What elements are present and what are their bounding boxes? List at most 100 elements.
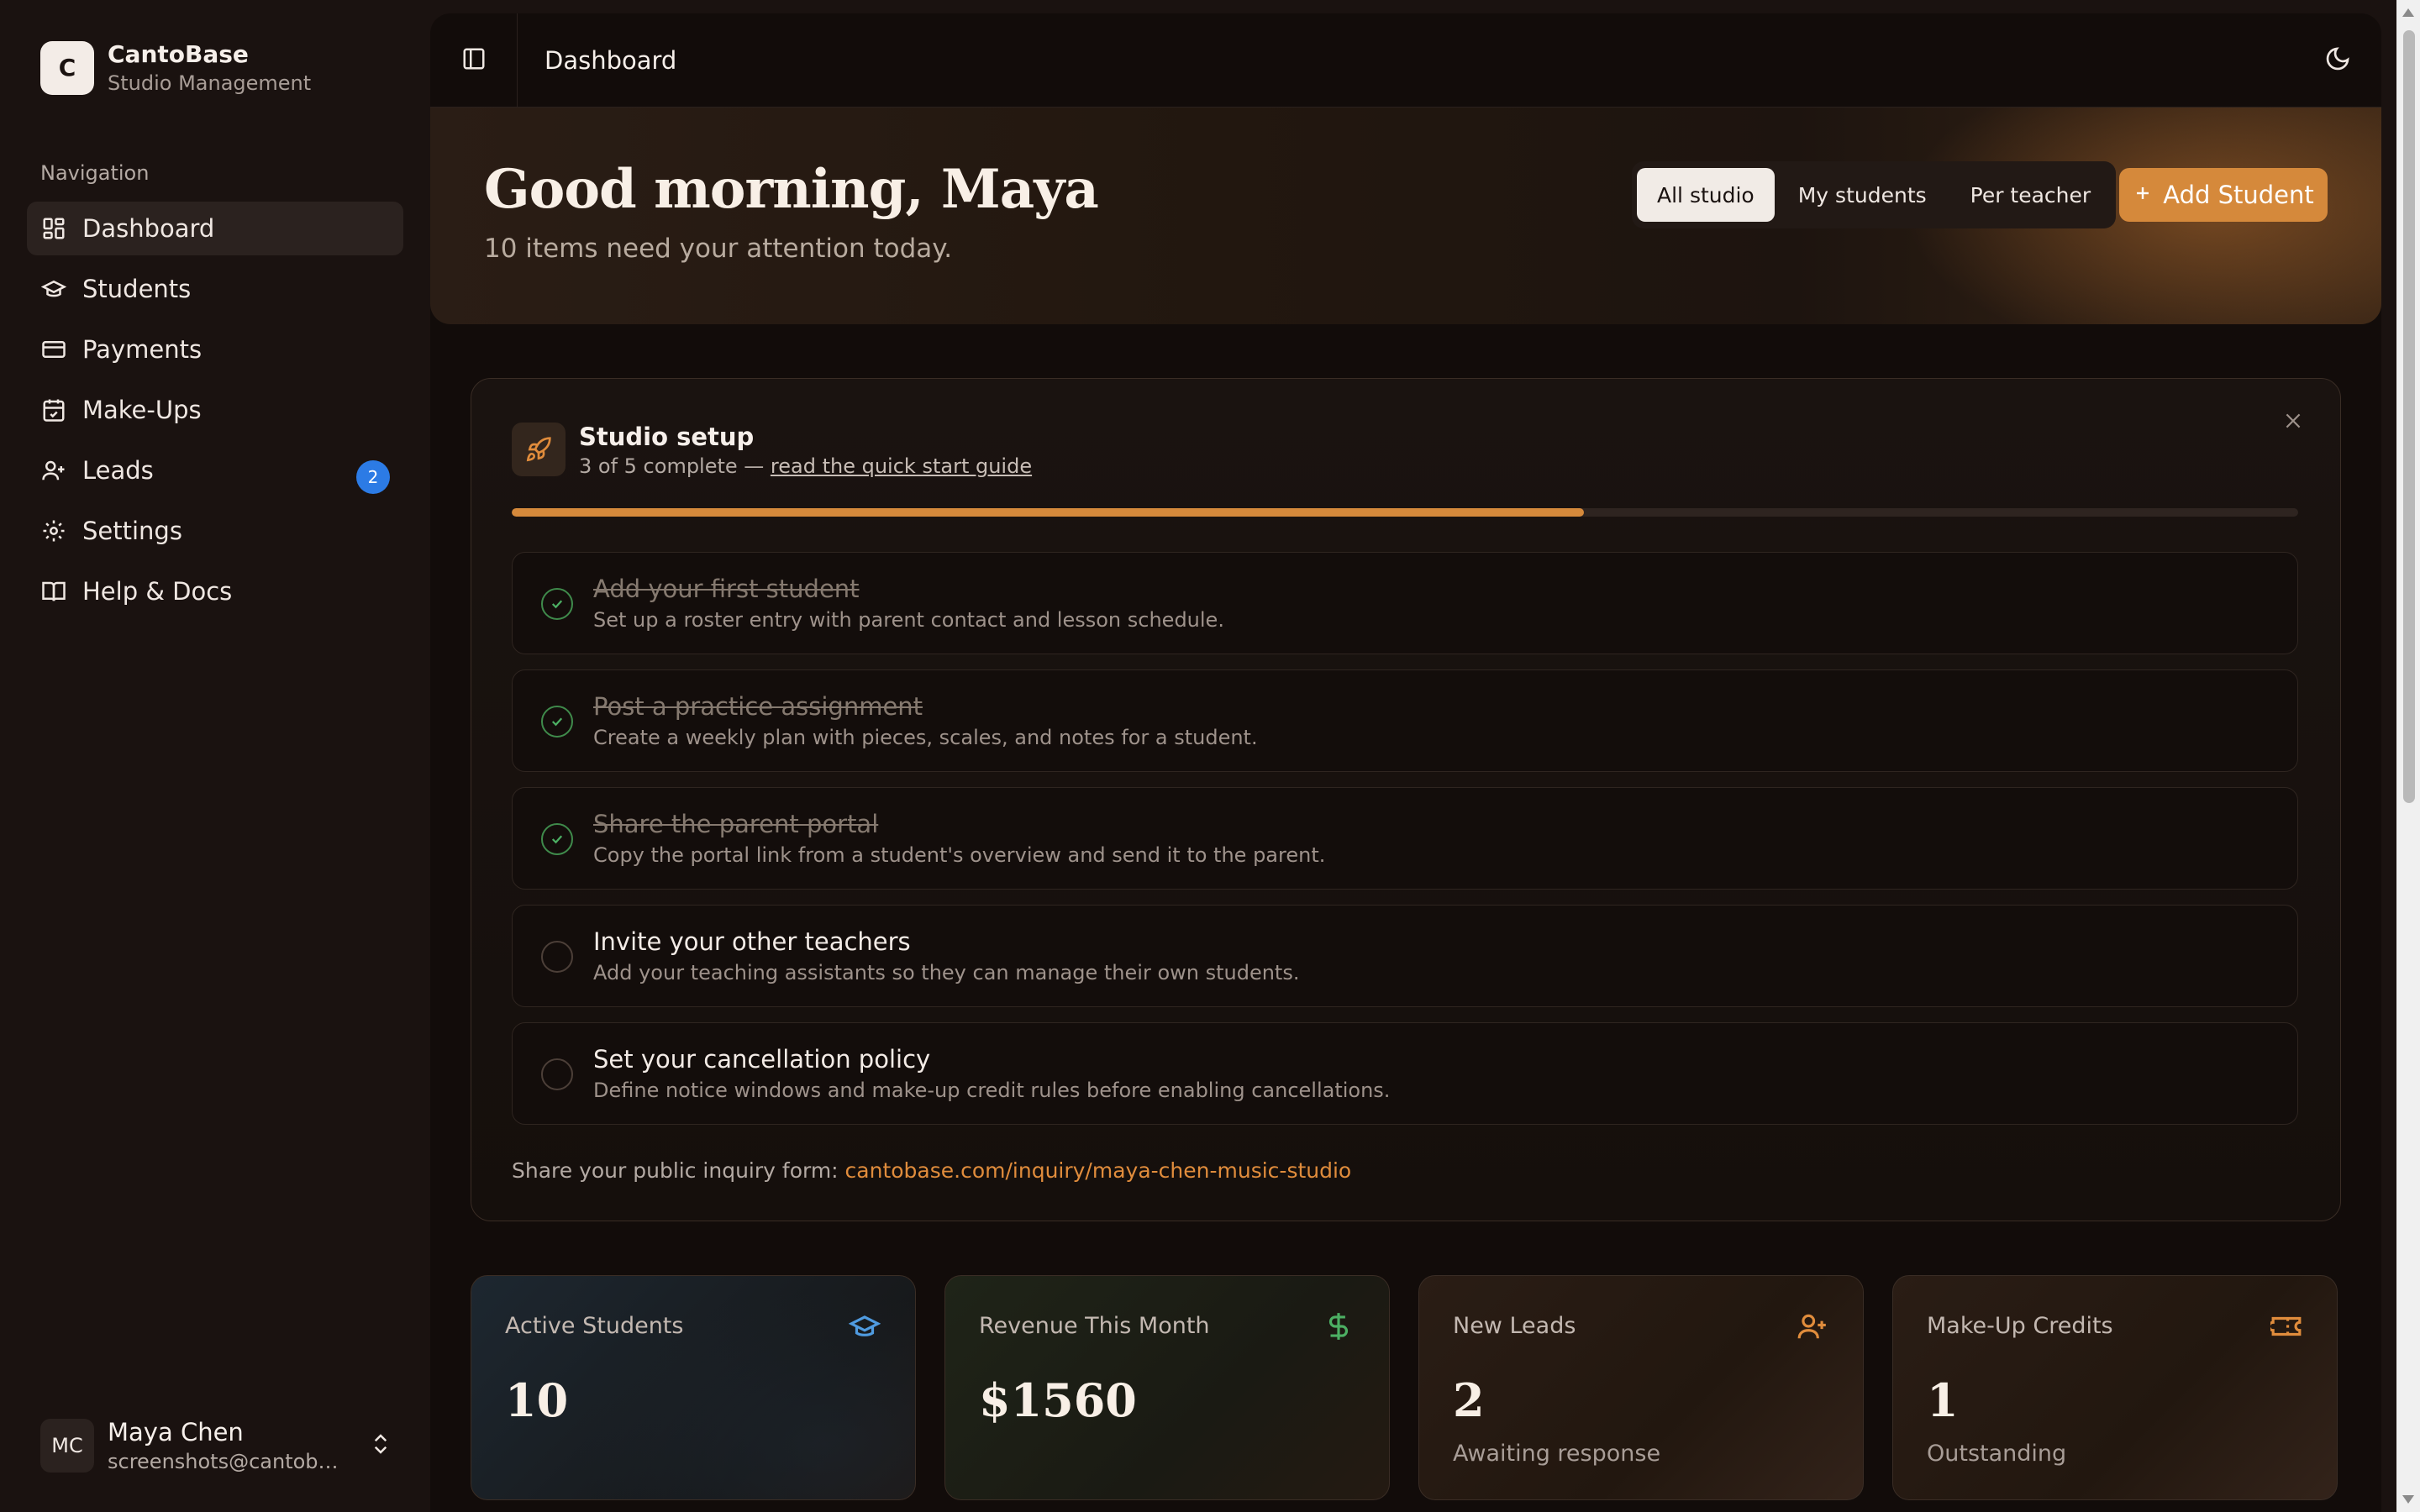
stat-card-revenue[interactable]: Revenue This Month $1560 (944, 1275, 1390, 1500)
greeting-title: Good morning, Maya (484, 158, 1099, 221)
setup-task[interactable]: Set your cancellation policy Define noti… (512, 1022, 2298, 1125)
quick-start-guide-link[interactable]: read the quick start guide (771, 454, 1032, 478)
sidebar-nav: Dashboard Students Payments Make-Ups Lea… (27, 202, 403, 625)
book-icon (40, 578, 67, 605)
user-plus-icon (40, 457, 67, 484)
setup-progress-bar (512, 508, 2298, 517)
scroll-thumb[interactable] (2403, 30, 2415, 803)
user-menu[interactable]: MC Maya Chen screenshots@cantobase.com (40, 1418, 393, 1473)
sidebar-toggle-icon (461, 46, 487, 75)
sidebar-item-help-docs[interactable]: Help & Docs (27, 564, 403, 618)
setup-task-description: Add your teaching assistants so they can… (593, 961, 1300, 984)
avatar: MC (40, 1419, 94, 1473)
page-title: Dashboard (544, 45, 677, 75)
stat-label: New Leads (1453, 1313, 1576, 1339)
sidebar-item-label: Dashboard (82, 214, 215, 243)
sidebar-item-label: Help & Docs (82, 577, 233, 606)
share-label: Share your public inquiry form: (512, 1158, 845, 1183)
setup-task[interactable]: Post a practice assignment Create a week… (512, 669, 2298, 772)
theme-toggle-button[interactable] (2321, 44, 2354, 77)
stat-value: $1560 (979, 1373, 1137, 1427)
check-circle-icon[interactable] (541, 588, 573, 620)
stat-value: 2 (1453, 1373, 1485, 1427)
check-circle-icon[interactable] (541, 823, 573, 855)
user-name: Maya Chen (108, 1418, 244, 1446)
empty-circle-icon[interactable] (541, 1058, 573, 1090)
stat-label: Make-Up Credits (1927, 1313, 2113, 1339)
sidebar-item-payments[interactable]: Payments (27, 323, 403, 376)
stat-value: 1 (1927, 1373, 1959, 1427)
setup-task[interactable]: Add your first student Set up a roster e… (512, 552, 2298, 654)
setup-task[interactable]: Share the parent portal Copy the portal … (512, 787, 2298, 890)
setup-task-description: Set up a roster entry with parent contac… (593, 608, 1224, 632)
stat-note: Outstanding (1927, 1441, 2067, 1467)
scroll-up-arrow[interactable] (2402, 8, 2414, 17)
setup-task[interactable]: Invite your other teachers Add your teac… (512, 905, 2298, 1007)
sidebar-item-make-ups[interactable]: Make-Ups (27, 383, 403, 437)
calendar-check-icon (40, 396, 67, 423)
greeting-banner: Good morning, Maya 10 items need your at… (430, 108, 2381, 324)
close-icon (2282, 410, 2304, 435)
brand-logo: C (40, 40, 94, 95)
add-student-label: Add Student (2163, 181, 2314, 209)
setup-progress-text: 3 of 5 complete — read the quick start g… (579, 454, 1032, 478)
sidebar-item-students[interactable]: Students (27, 262, 403, 316)
segment-my-students[interactable]: My students (1778, 168, 1947, 222)
main-content: Dashboard Good morning, Maya 10 items ne… (430, 13, 2381, 1512)
sidebar-item-leads[interactable]: Leads 2 (27, 444, 403, 497)
segment-per-teacher[interactable]: Per teacher (1950, 168, 2112, 222)
scroll-down-arrow[interactable] (2402, 1495, 2414, 1504)
sidebar-item-label: Students (82, 275, 192, 303)
add-student-button[interactable]: Add Student (2119, 168, 2328, 222)
graduation-cap-icon (848, 1310, 881, 1343)
studio-setup-card: Studio setup 3 of 5 complete — read the … (471, 378, 2341, 1221)
page-scrollbar[interactable] (2396, 0, 2420, 1512)
setup-title: Studio setup (579, 423, 755, 451)
inquiry-form-share: Share your public inquiry form: cantobas… (512, 1158, 1351, 1183)
brand[interactable]: C CantoBase Studio Management (40, 40, 311, 95)
stat-label: Active Students (505, 1313, 684, 1339)
user-email: screenshots@cantobase.com (108, 1450, 343, 1473)
user-plus-icon (1796, 1310, 1829, 1343)
stat-card-new-leads[interactable]: New Leads 2 Awaiting response (1418, 1275, 1864, 1500)
setup-task-title: Invite your other teachers (593, 927, 911, 956)
ticket-icon (2270, 1310, 2303, 1343)
topbar: Dashboard (430, 13, 2381, 108)
setup-task-title: Add your first student (593, 575, 860, 603)
sidebar-item-label: Settings (82, 517, 182, 545)
stat-note: Awaiting response (1453, 1441, 1661, 1467)
dashboard-icon (40, 215, 67, 242)
empty-circle-icon[interactable] (541, 941, 573, 973)
segment-all-studio[interactable]: All studio (1637, 168, 1775, 222)
moon-icon (2324, 45, 2351, 76)
brand-name: CantoBase (108, 40, 249, 68)
stat-card-make-up-credits[interactable]: Make-Up Credits 1 Outstanding (1892, 1275, 2338, 1500)
check-circle-icon[interactable] (541, 706, 573, 738)
stat-cards: Active Students 10 Revenue This Month $1… (471, 1275, 2338, 1500)
gear-icon (40, 517, 67, 544)
inquiry-form-link[interactable]: cantobase.com/inquiry/maya-chen-music-st… (845, 1158, 1352, 1183)
credit-card-icon (40, 336, 67, 363)
stat-card-active-students[interactable]: Active Students 10 (471, 1275, 916, 1500)
dollar-icon (1322, 1310, 1355, 1343)
sidebar-toggle-button[interactable] (430, 13, 518, 108)
rocket-icon (512, 423, 566, 476)
stat-value: 10 (505, 1373, 569, 1427)
setup-progress-count: 3 of 5 complete — (579, 454, 771, 478)
chevron-up-down-icon[interactable] (368, 1431, 393, 1460)
leads-count-badge: 2 (356, 460, 390, 494)
sidebar-item-label: Payments (82, 335, 203, 364)
setup-task-title: Set your cancellation policy (593, 1045, 931, 1074)
plus-icon (2133, 181, 2153, 209)
nav-title: Navigation (40, 161, 150, 185)
stat-label: Revenue This Month (979, 1313, 1210, 1339)
sidebar-item-label: Make-Ups (82, 396, 202, 424)
sidebar-item-settings[interactable]: Settings (27, 504, 403, 558)
graduation-cap-icon (40, 276, 67, 302)
scope-segmented-control: All studio My students Per teacher (1632, 161, 2117, 228)
close-setup-button[interactable] (2280, 409, 2307, 436)
brand-subtitle: Studio Management (108, 71, 312, 95)
sidebar-item-dashboard[interactable]: Dashboard (27, 202, 403, 255)
setup-task-description: Create a weekly plan with pieces, scales… (593, 726, 1258, 749)
sidebar: C CantoBase Studio Management Navigation… (0, 0, 430, 1512)
